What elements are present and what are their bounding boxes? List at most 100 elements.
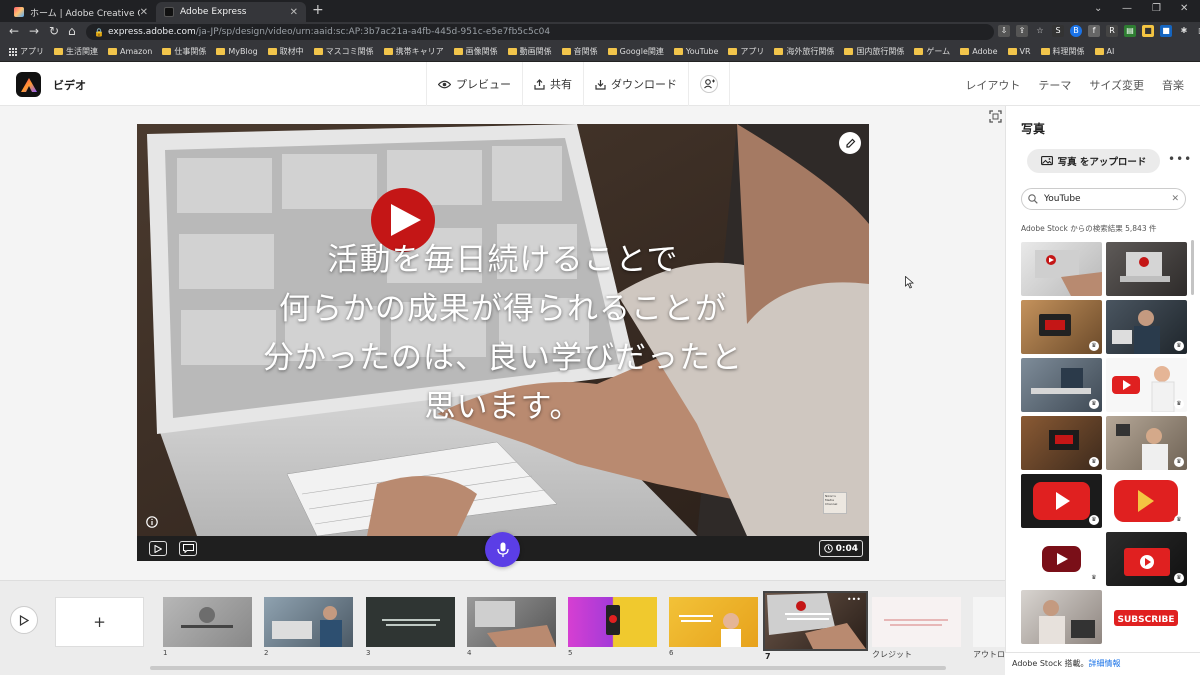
stock-photo-item[interactable] [1021,242,1102,296]
bookmark-star-icon[interactable]: ☆ [1034,25,1046,37]
bookmark-folder[interactable]: アプリ [728,46,764,57]
restore-icon[interactable]: ❐ [1152,3,1161,14]
upload-photo-button[interactable]: 写真 をアップロード [1027,149,1160,173]
nav-music[interactable]: 音楽 [1162,77,1184,93]
panel-scrollbar[interactable] [1191,240,1194,295]
preview-button[interactable]: プレビュー [427,62,523,106]
bookmark-folder[interactable]: 海外旅行関係 [774,46,834,57]
scene-thumbnail-credit[interactable] [872,597,961,647]
scene-options-icon[interactable]: ••• [847,595,861,604]
bookmark-folder[interactable]: Google関連 [607,46,664,57]
fullscreen-icon[interactable] [989,110,1002,123]
stock-photo-item[interactable]: SUBSCRIBE [1106,590,1187,644]
learn-more-link[interactable]: 詳細情報 [1089,659,1121,668]
extension-yellow-icon[interactable]: ■ [1142,25,1154,37]
extensions-puzzle-icon[interactable]: ✱ [1178,25,1190,37]
home-icon[interactable]: ⌂ [68,24,76,38]
bookmark-folder[interactable]: 仕事関係 [162,46,206,57]
video-preview[interactable]: 活動を毎日続けることで 何らかの成果が得られることが 分かったのは、良い学びだっ… [137,124,869,536]
bookmark-folder[interactable]: 画像関係 [453,46,498,57]
panel-title: 写真 [1021,122,1046,136]
scene-thumbnail-outro[interactable] [973,597,1005,647]
bookmark-folder[interactable]: 音関係 [561,46,598,57]
bookmark-folder[interactable]: 生活関連 [54,46,98,57]
stock-photo-item[interactable]: ♛ [1106,416,1187,470]
forward-icon[interactable]: → [29,24,39,38]
tab-search-icon[interactable]: ⌄ [1094,3,1102,14]
add-scene-button[interactable]: + [55,597,144,647]
share-page-icon[interactable]: ⇪ [1016,25,1028,37]
stock-photo-item[interactable]: ♛ [1021,474,1102,528]
side-panel-icon[interactable]: ▥ [1196,25,1200,37]
stock-photo-item[interactable]: ♛ [1021,358,1102,412]
project-title[interactable]: ビデオ [53,77,86,93]
stock-photo-item[interactable]: ♛ [1021,532,1102,586]
invite-user-button[interactable] [689,62,730,106]
stock-photo-item[interactable] [1106,242,1187,296]
install-icon[interactable]: ⇩ [998,25,1010,37]
bookmark-folder[interactable]: Amazon [108,47,152,56]
extension-f-icon[interactable]: f [1088,25,1100,37]
stock-photo-item[interactable]: ♛ [1106,300,1187,354]
tab-adobe-express[interactable]: Adobe Express ✕ [156,2,306,22]
bookmark-folder[interactable]: 取材中 [267,46,304,57]
download-button[interactable]: ダウンロード [584,62,689,106]
bookmark-folder[interactable]: マスコミ関係 [313,46,374,57]
bookmark-folder[interactable]: 国内旅行関係 [844,46,904,57]
bookmark-apps[interactable]: アプリ [8,46,44,57]
bookmark-folder[interactable]: Adobe [960,47,998,56]
scene-thumbnail-3[interactable] [366,597,455,647]
timeline-scrollbar[interactable] [150,666,946,670]
nav-layout[interactable]: レイアウト [965,77,1020,93]
extension-sheet-icon[interactable]: ▤ [1124,25,1136,37]
extension-blue-icon[interactable]: B [1070,25,1082,37]
scene-thumbnail-5[interactable] [568,597,657,647]
clear-search-icon[interactable]: ✕ [1171,194,1179,204]
back-icon[interactable]: ← [9,24,19,38]
bookmark-folder[interactable]: AI [1094,47,1114,56]
minimize-icon[interactable]: — [1122,3,1132,14]
extension-blue-square-icon[interactable]: ■ [1160,25,1172,37]
scene-thumbnail-2[interactable] [264,597,353,647]
share-button[interactable]: 共有 [523,62,584,106]
edit-scene-button[interactable] [839,132,861,154]
bookmark-folder[interactable]: VR [1007,47,1031,56]
record-voice-button[interactable] [485,532,520,567]
stock-photo-item[interactable]: ♛ [1106,358,1187,412]
timeline-play-button[interactable] [10,606,38,634]
bookmark-folder[interactable]: MyBlog [216,47,258,56]
close-tab-icon[interactable]: ✕ [140,7,148,18]
caption-text[interactable]: 活動を毎日続けることで 何らかの成果が得られることが 分かったのは、良い学びだっ… [137,236,869,432]
stock-photo-item[interactable]: ♛ [1106,532,1187,586]
bookmark-folder[interactable]: YouTube [673,47,718,56]
stock-photo-item[interactable]: ♛ [1021,300,1102,354]
info-icon[interactable] [146,516,158,528]
new-tab-icon[interactable]: + [312,2,324,18]
bookmark-folder[interactable]: 料理関係 [1040,46,1085,57]
search-input[interactable] [1044,194,1172,204]
stock-photo-item[interactable]: ♛ [1106,474,1187,528]
nav-theme[interactable]: テーマ [1038,77,1071,93]
bookmark-folder[interactable]: 携帯キャリア [383,46,444,57]
bookmark-folder[interactable]: ゲーム [914,46,950,57]
nav-resize[interactable]: サイズ変更 [1089,77,1144,93]
close-window-icon[interactable]: ✕ [1180,3,1188,14]
extension-r-icon[interactable]: R [1106,25,1118,37]
adobe-express-logo-icon[interactable] [16,72,41,97]
stock-photo-item[interactable]: ♛ [1021,416,1102,470]
captions-button[interactable] [179,541,197,556]
tab-creative-cloud[interactable]: ホーム | Adobe Creative Cloud ✕ [6,2,156,22]
scene-thumbnail-6[interactable] [669,597,758,647]
play-button[interactable] [149,541,167,556]
extension-s-icon[interactable]: S [1052,25,1064,37]
scene-thumbnail-1[interactable] [163,597,252,647]
url-bar[interactable]: 🔒 express.adobe.com /ja-JP/sp/design/vid… [86,24,994,40]
scene-thumbnail-4[interactable] [467,597,556,647]
duration-badge[interactable]: 0:04 [818,540,863,557]
more-options-icon[interactable]: ••• [1168,152,1192,166]
close-tab-icon[interactable]: ✕ [290,7,298,18]
bookmark-folder[interactable]: 動画関係 [507,46,552,57]
scene-thumbnail-7[interactable]: ••• [763,591,868,651]
stock-photo-item[interactable] [1021,590,1102,644]
reload-icon[interactable]: ↻ [49,24,59,38]
